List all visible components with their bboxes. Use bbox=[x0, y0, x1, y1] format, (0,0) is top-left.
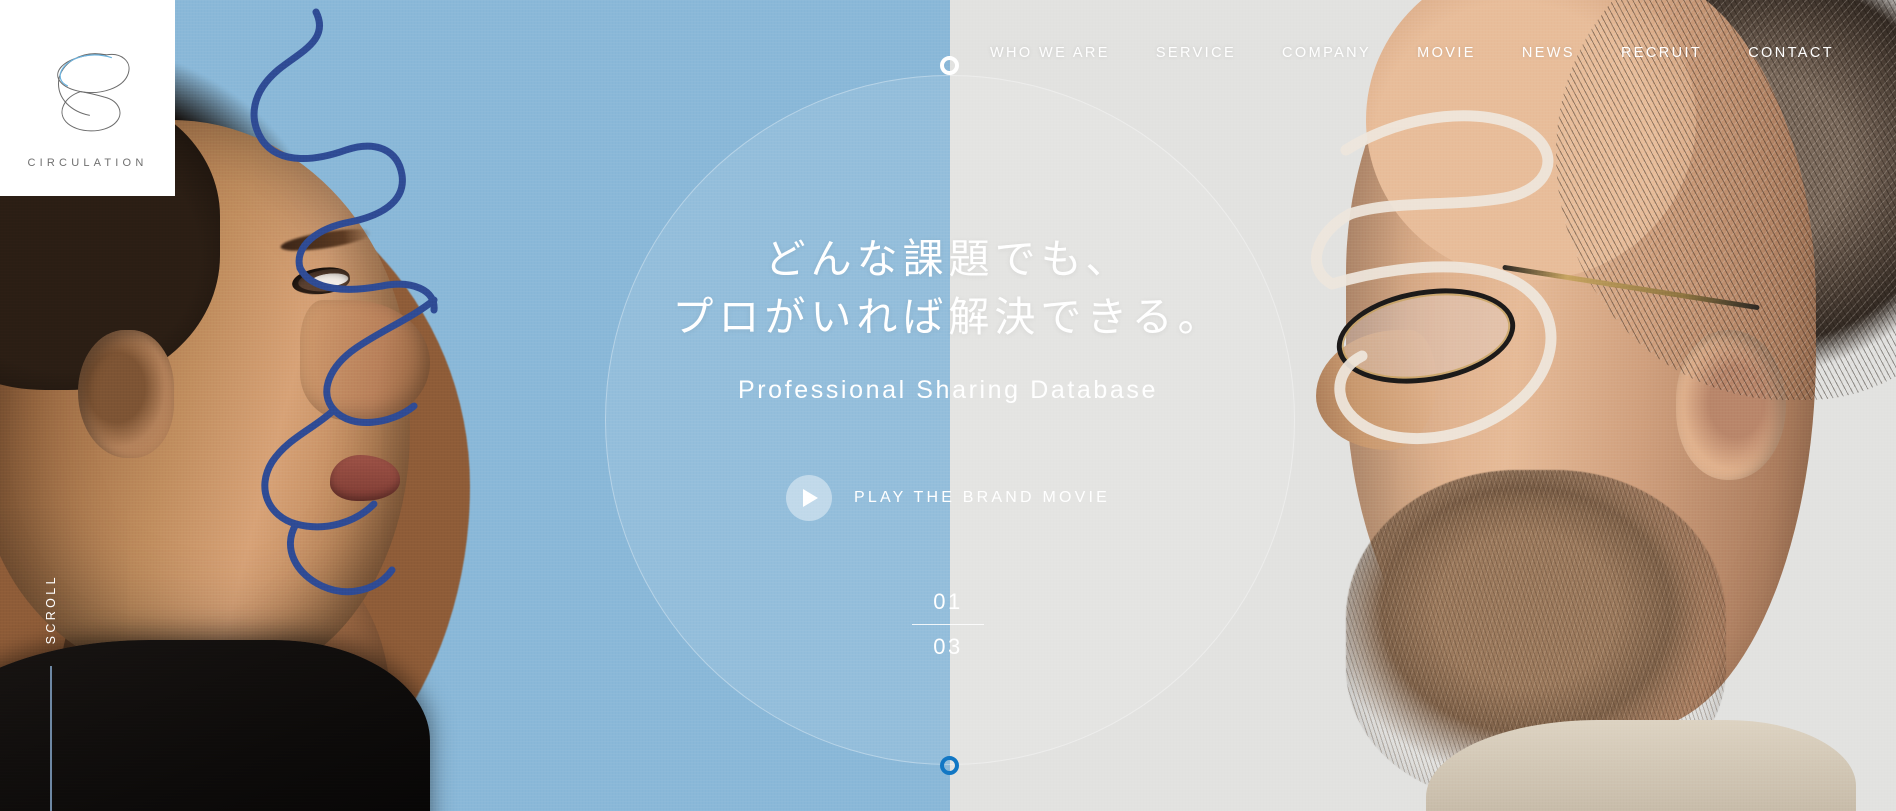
hero-headline: どんな課題でも、 プロがいれば解決できる。 bbox=[672, 230, 1223, 346]
progress-dot-bottom-icon[interactable] bbox=[940, 756, 959, 775]
main-navigation[interactable]: WHO WE ARE SERVICE COMPANY MOVIE NEWS RE… bbox=[990, 45, 1834, 61]
play-button-label: PLAY THE BRAND MOVIE bbox=[853, 489, 1111, 507]
logo-wordmark: CIRCULATION bbox=[27, 157, 148, 169]
play-brand-movie-button[interactable]: PLAY THE BRAND MOVIE bbox=[785, 475, 1111, 522]
slide-current-index: 01 bbox=[933, 589, 963, 615]
nav-item-contact[interactable]: CONTACT bbox=[1748, 45, 1834, 61]
nav-item-recruit[interactable]: RECRUIT bbox=[1621, 45, 1702, 61]
circulation-c-mark-icon bbox=[56, 53, 130, 132]
nav-item-service[interactable]: SERVICE bbox=[1156, 45, 1236, 61]
slide-counter-divider bbox=[912, 624, 984, 626]
progress-dot-top-icon[interactable] bbox=[940, 56, 959, 75]
right-portrait-image bbox=[1276, 0, 1896, 811]
right-portrait-white-lineart-icon bbox=[1310, 110, 1557, 445]
scroll-indicator[interactable]: SCROLL bbox=[44, 574, 58, 811]
hero-circle-decoration bbox=[605, 75, 1295, 765]
nav-item-news[interactable]: NEWS bbox=[1522, 45, 1575, 61]
hero-headline-line-2: プロがいれば解決できる。 bbox=[672, 294, 1224, 341]
slide-total-count: 03 bbox=[933, 634, 963, 660]
scroll-line bbox=[50, 666, 52, 811]
hero-subheadline: Professional Sharing Database bbox=[737, 376, 1159, 405]
nav-item-movie[interactable]: MOVIE bbox=[1417, 45, 1476, 61]
site-logo[interactable]: CIRCULATION bbox=[0, 0, 175, 196]
play-icon[interactable] bbox=[785, 475, 832, 522]
scroll-label: SCROLL bbox=[44, 573, 58, 644]
nav-item-who-we-are[interactable]: WHO WE ARE bbox=[990, 45, 1110, 61]
slide-counter: 01 03 bbox=[912, 589, 984, 660]
hero-headline-line-1: どんな課題でも、 bbox=[764, 236, 1132, 282]
play-triangle-icon bbox=[803, 489, 819, 508]
hero-slide: CIRCULATION WHO WE ARE SERVICE COMPANY M… bbox=[0, 0, 1896, 811]
nav-item-company[interactable]: COMPANY bbox=[1282, 45, 1371, 61]
